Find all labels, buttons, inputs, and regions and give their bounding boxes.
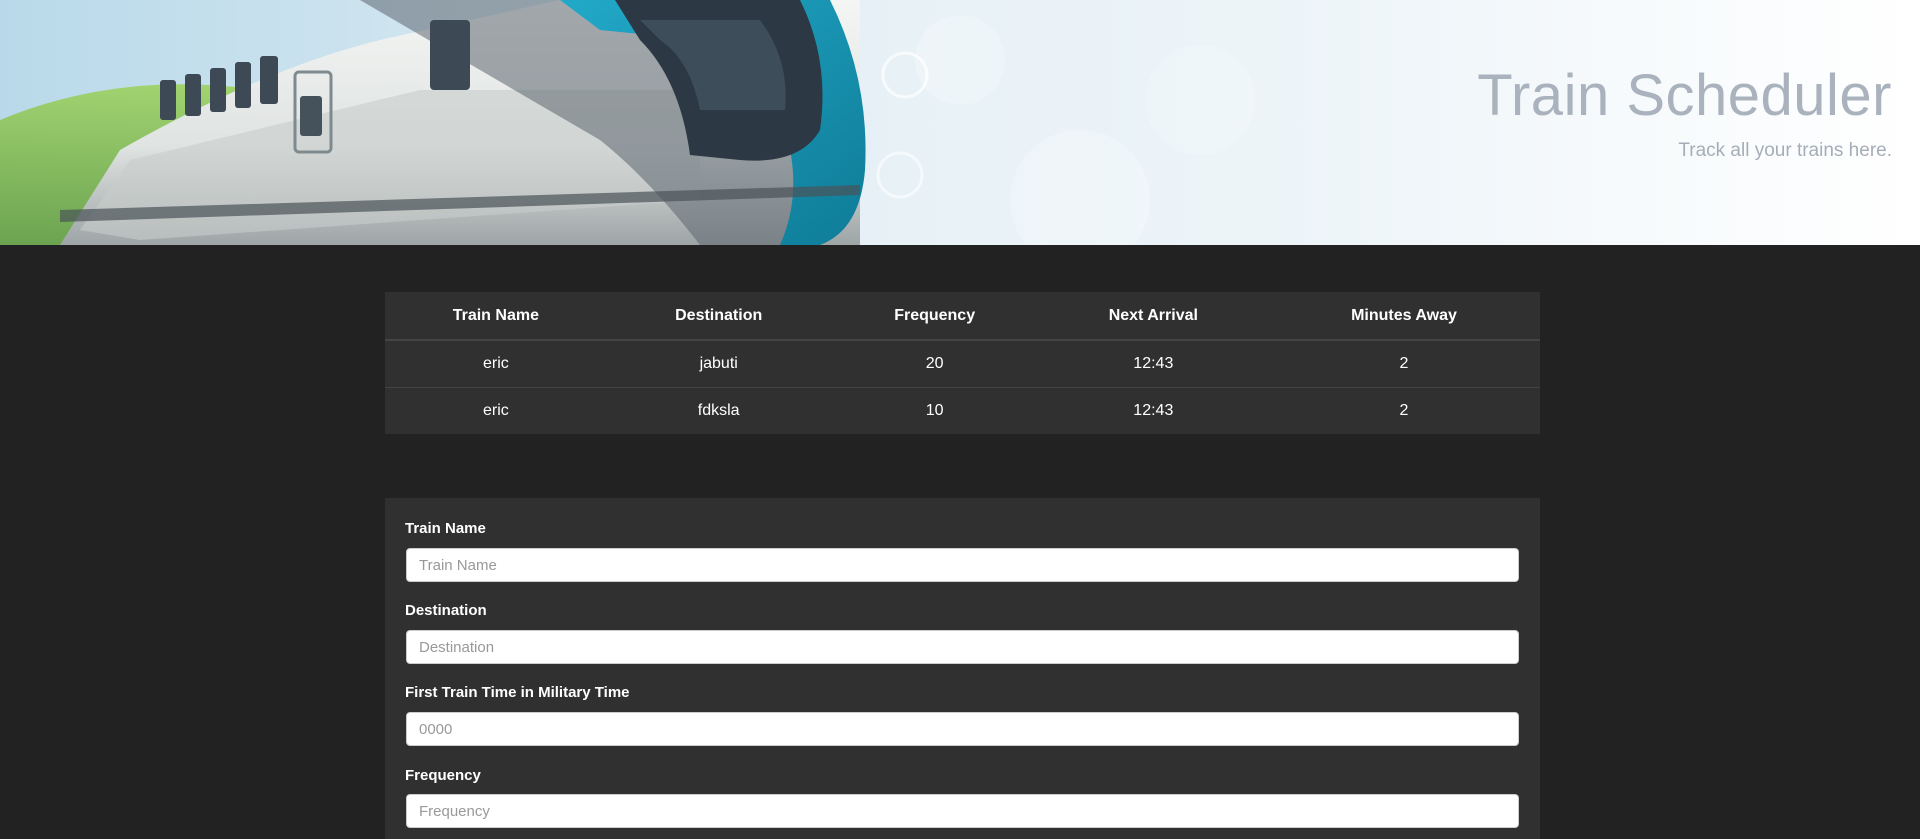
- cell-train-name: eric: [385, 387, 607, 434]
- column-header-next-arrival: Next Arrival: [1038, 292, 1268, 341]
- table-row: eric jabuti 20 12:43 2: [385, 339, 1540, 388]
- column-header-destination: Destination: [606, 292, 831, 341]
- add-train-form: Train Name Destination First Train Time …: [385, 498, 1540, 839]
- first-train-time-label: First Train Time in Military Time: [405, 684, 630, 701]
- train-name-input[interactable]: [406, 548, 1519, 582]
- destination-label: Destination: [405, 602, 487, 619]
- schedule-panel: Train Name Destination Frequency Next Ar…: [385, 292, 1540, 434]
- column-header-train-name: Train Name: [385, 292, 607, 341]
- cell-frequency: 20: [830, 339, 1039, 388]
- cell-destination: jabuti: [606, 339, 831, 388]
- frequency-label: Frequency: [405, 767, 481, 784]
- column-header-minutes-away: Minutes Away: [1268, 292, 1540, 341]
- cell-minutes-away: 2: [1268, 339, 1540, 388]
- cell-frequency: 10: [830, 387, 1039, 434]
- cell-next-arrival: 12:43: [1038, 387, 1268, 434]
- page-subtitle: Track all your trains here.: [1678, 140, 1892, 161]
- train-name-label: Train Name: [405, 520, 486, 537]
- cell-minutes-away: 2: [1268, 387, 1540, 434]
- table-row: eric fdksla 10 12:43 2: [385, 387, 1540, 434]
- destination-input[interactable]: [406, 630, 1519, 664]
- header-banner: Train Scheduler Track all your trains he…: [0, 0, 1920, 245]
- column-header-frequency: Frequency: [830, 292, 1039, 341]
- train-schedule-table: Train Name Destination Frequency Next Ar…: [385, 292, 1540, 434]
- cell-train-name: eric: [385, 339, 607, 388]
- page-title: Train Scheduler: [1477, 63, 1892, 128]
- frequency-input[interactable]: [406, 794, 1519, 828]
- first-train-time-input[interactable]: [406, 712, 1519, 746]
- table-header-row: Train Name Destination Frequency Next Ar…: [385, 292, 1540, 341]
- cell-destination: fdksla: [606, 387, 831, 434]
- cell-next-arrival: 12:43: [1038, 339, 1268, 388]
